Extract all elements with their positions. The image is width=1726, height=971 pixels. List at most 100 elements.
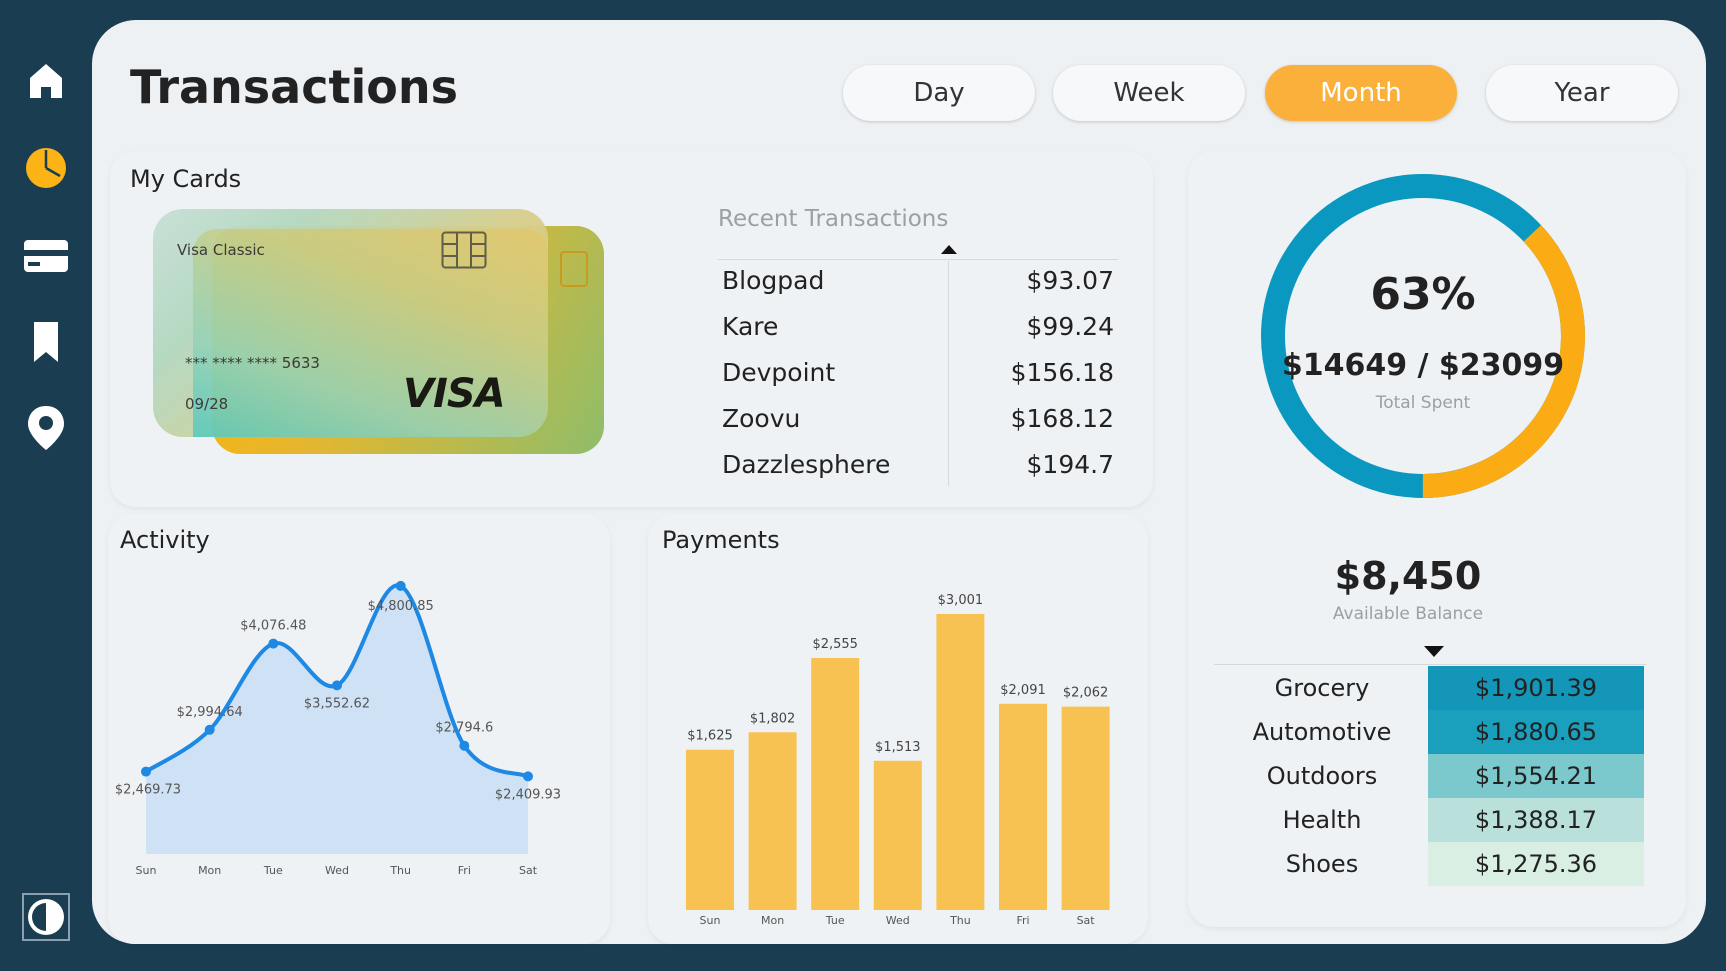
transaction-amount: $168.12 — [1010, 404, 1114, 433]
transaction-name: Dazzlesphere — [722, 450, 891, 479]
period-day-button[interactable]: Day — [843, 65, 1035, 121]
transaction-name: Devpoint — [722, 358, 836, 387]
spent-percent: 63% — [1370, 269, 1476, 320]
contrast-toggle-icon[interactable] — [22, 893, 70, 941]
card-front[interactable]: Visa Classic *** **** **** 5633 09/28 VI… — [153, 209, 548, 437]
available-balance-label: Available Balance — [1332, 604, 1484, 624]
payments-data-label: $2,555 — [812, 637, 858, 652]
cards-panel: My Cards Visa Classic *** **** **** 5633… — [110, 151, 1153, 507]
activity-data-point — [332, 680, 342, 691]
my-cards-title: My Cards — [130, 165, 242, 193]
transaction-row[interactable]: Devpoint $156.18 — [706, 358, 1114, 402]
table-header-divider — [718, 259, 1118, 260]
payments-bar — [936, 614, 985, 910]
category-amount: $1,880.65 — [1428, 710, 1644, 754]
category-amount: $1,388.17 — [1428, 798, 1644, 842]
transaction-amount: $93.07 — [1026, 266, 1114, 295]
payments-x-tick-label: Thu — [949, 914, 971, 927]
period-year-button[interactable]: Year — [1486, 65, 1678, 121]
activity-x-tick-label: Sat — [519, 864, 538, 877]
transaction-row[interactable]: Blogpad $93.07 — [706, 266, 1114, 310]
category-name: Grocery — [1274, 674, 1370, 702]
visa-logo: VISA — [403, 371, 506, 417]
activity-data-label: $2,469.73 — [115, 783, 181, 798]
payments-bar — [999, 703, 1047, 910]
home-icon[interactable] — [22, 56, 70, 104]
total-spent-label: Total Spent — [1375, 393, 1471, 413]
activity-data-point — [268, 638, 279, 649]
activity-data-label: $2,994.64 — [177, 705, 243, 720]
summary-panel: 63% $14649 / $23099 Total Spent $8,450 A… — [1188, 151, 1686, 927]
transaction-row[interactable]: Kare $99.24 — [706, 312, 1114, 356]
category-amount: $1,901.39 — [1428, 666, 1644, 710]
payments-x-tick-label: Fri — [1016, 914, 1029, 927]
payments-data-label: $3,001 — [938, 593, 984, 608]
card-name: Visa Classic — [177, 241, 265, 259]
payments-chart: $1,625 Sun $1,802 Mon $2,555 Tue $1,513 Wed $3,0… — [686, 593, 1110, 927]
activity-data-point — [395, 580, 406, 591]
credit-card-icon[interactable] — [22, 232, 70, 280]
category-row[interactable]: Outdoors $1,554.21 — [1216, 754, 1646, 798]
transaction-amount: $156.18 — [1010, 358, 1114, 387]
activity-data-point — [523, 771, 533, 782]
payments-bar — [1061, 706, 1110, 910]
period-week-button[interactable]: Week — [1053, 65, 1245, 121]
activity-x-tick-label: Fri — [458, 864, 471, 877]
spending-donut — [1261, 174, 1585, 498]
donut-remaining-arc — [1261, 174, 1585, 498]
spent-ratio: $14649 / $23099 — [1281, 348, 1565, 383]
pie-chart-icon[interactable] — [22, 144, 70, 192]
sidebar — [0, 0, 92, 971]
category-amount: $1,275.36 — [1428, 842, 1644, 886]
category-name: Outdoors — [1266, 762, 1378, 790]
activity-x-tick-label: Sun — [136, 864, 157, 877]
payments-data-label: $1,513 — [875, 740, 921, 755]
activity-x-tick-label: Wed — [325, 864, 349, 877]
payments-panel: Payments $1,625 Sun $1,802 Mon $2,555 Tue $1,5… — [648, 514, 1148, 944]
payments-data-label: $2,091 — [1000, 683, 1046, 698]
transaction-amount: $99.24 — [1026, 312, 1114, 341]
category-name: Automotive — [1252, 718, 1392, 746]
category-row[interactable]: Health $1,388.17 — [1216, 798, 1646, 842]
activity-x-tick-label: Tue — [263, 864, 283, 877]
payments-bar — [811, 657, 860, 910]
main-content: Transactions Day Week Month Year My Card… — [92, 20, 1706, 944]
payments-data-label: $2,062 — [1063, 686, 1109, 701]
activity-data-point — [141, 766, 151, 777]
transaction-row[interactable]: Zoovu $168.12 — [706, 404, 1114, 448]
activity-data-label: $2,794.6 — [435, 721, 493, 736]
payments-x-tick-label: Tue — [825, 914, 845, 927]
transaction-name: Zoovu — [722, 404, 801, 433]
payments-x-tick-label: Mon — [761, 914, 784, 927]
location-pin-icon[interactable] — [22, 404, 70, 452]
recent-transactions-title: Recent Transactions — [718, 206, 949, 232]
sort-descending-icon[interactable] — [1423, 645, 1445, 659]
transaction-name: Kare — [722, 312, 779, 341]
activity-panel: Activity $2,469.73 Sun $2,994.64 Mon $4,076.… — [108, 514, 610, 944]
activity-x-tick-label: Mon — [198, 864, 221, 877]
bookmark-icon[interactable] — [22, 318, 70, 366]
activity-chart: $2,469.73 Sun $2,994.64 Mon $4,076.48 Tue $3,5… — [115, 580, 561, 877]
payments-bar — [748, 732, 797, 910]
sort-ascending-icon[interactable] — [940, 243, 958, 255]
activity-x-tick-label: Thu — [389, 864, 411, 877]
category-row[interactable]: Shoes $1,275.36 — [1216, 842, 1646, 886]
available-balance-value: $8,450 — [1334, 554, 1482, 598]
activity-data-label: $2,409.93 — [495, 787, 561, 802]
page-title: Transactions — [130, 60, 458, 114]
payments-x-tick-label: Sat — [1077, 914, 1096, 927]
card-expiry: 09/28 — [185, 395, 229, 413]
period-month-button[interactable]: Month — [1265, 65, 1457, 121]
payments-data-label: $1,625 — [687, 729, 733, 744]
card-number: *** **** **** 5633 — [185, 354, 320, 372]
transaction-row[interactable]: Dazzlesphere $194.7 — [706, 450, 1114, 494]
activity-data-point — [459, 740, 470, 751]
activity-data-label: $4,076.48 — [240, 619, 306, 634]
category-row[interactable]: Automotive $1,880.65 — [1216, 710, 1646, 754]
activity-data-label: $3,552.62 — [304, 696, 370, 711]
payments-data-label: $1,802 — [750, 711, 796, 726]
payments-bar — [873, 760, 922, 910]
category-row[interactable]: Grocery $1,901.39 — [1216, 666, 1646, 710]
transaction-name: Blogpad — [722, 266, 825, 295]
payments-x-tick-label: Wed — [886, 914, 910, 927]
